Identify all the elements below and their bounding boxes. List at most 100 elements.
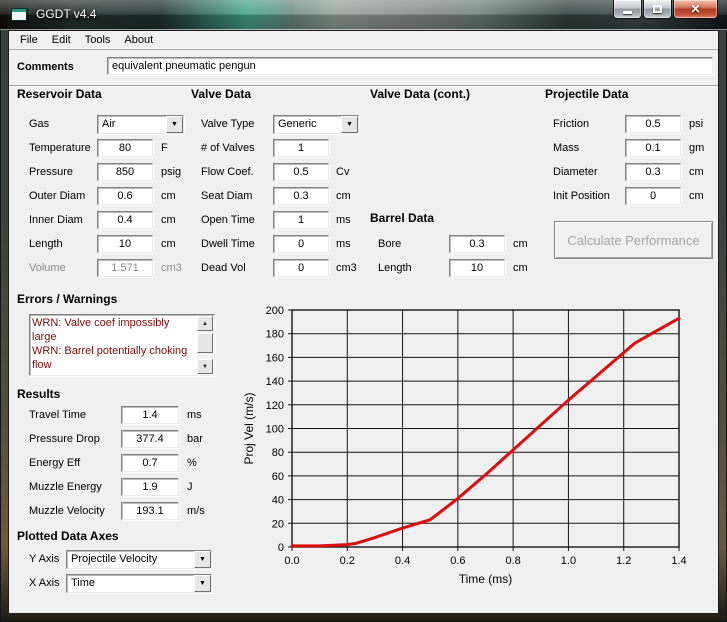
svg-text:0.4: 0.4 [395,555,410,567]
maximize-button[interactable] [643,0,672,19]
volume-field [97,259,153,277]
svg-text:140: 140 [266,376,284,388]
reservoir-length-label: Length [29,235,63,253]
close-icon: ✕ [690,3,700,15]
chevron-down-icon[interactable]: ▼ [166,116,183,133]
app-icon [11,8,27,21]
svg-text:120: 120 [266,400,284,412]
valve-data-header: Valve Data [191,87,251,101]
open-time-label: Open Time [201,211,255,229]
temperature-unit: F [161,139,168,157]
app-window: GGDT v4.4 ✕ File Edit Tools About Commen… [0,0,727,622]
main-content: Comments Reservoir Data Valve Data Valve… [9,50,718,613]
dead-vol-input[interactable] [273,259,329,277]
gas-label: Gas [29,115,49,133]
bore-input[interactable] [449,235,505,253]
inner-diam-unit: cm [161,211,176,229]
barrel-length-unit: cm [513,259,528,277]
svg-text:20: 20 [272,518,284,530]
valve-type-select[interactable]: Generic ▼ [273,115,359,134]
gas-select[interactable]: Air ▼ [97,115,184,134]
minimize-icon [623,11,632,14]
flow-coef-label: Flow Coef. [201,163,254,181]
svg-text:0.6: 0.6 [450,555,465,567]
pressure-label: Pressure [29,163,73,181]
maximize-icon [653,5,662,13]
svg-text:0.0: 0.0 [284,555,299,567]
init-position-unit: cm [689,187,704,205]
bore-label: Bore [378,235,401,253]
close-button[interactable]: ✕ [673,0,718,19]
valve-type-label: Valve Type [201,115,254,133]
outer-diam-input[interactable] [97,187,153,205]
valve-type-value: Generic [278,118,317,130]
seat-diam-label: Seat Diam [201,187,252,205]
svg-text:1.4: 1.4 [671,555,686,567]
comments-input[interactable] [107,57,713,75]
dwell-time-input[interactable] [273,235,329,253]
reservoir-length-input[interactable] [97,235,153,253]
menu-edit[interactable]: Edit [45,32,78,48]
open-time-input[interactable] [273,211,329,229]
temperature-label: Temperature [29,139,91,157]
svg-text:1.2: 1.2 [616,555,631,567]
diameter-label: Diameter [553,163,598,181]
mass-unit: gm [689,139,704,157]
menu-file[interactable]: File [13,32,45,48]
init-position-label: Init Position [553,187,610,205]
projectile-data-header: Projectile Data [545,87,628,101]
window-title: GGDT v4.4 [36,7,96,21]
barrel-length-input[interactable] [449,259,505,277]
menu-bar: File Edit Tools About [9,31,718,50]
flow-coef-unit: Cv [336,163,349,181]
friction-label: Friction [553,115,589,133]
calculate-performance-button[interactable]: Calculate Performance [554,221,713,259]
barrel-length-label: Length [378,259,412,277]
init-position-input[interactable] [625,187,681,205]
valve-cont-header: Valve Data (cont.) [370,87,470,101]
svg-text:200: 200 [266,305,284,317]
pressure-unit: psig [161,163,181,181]
svg-text:100: 100 [266,424,284,436]
dead-vol-unit: cm3 [336,259,357,277]
friction-input[interactable] [625,115,681,133]
pressure-input[interactable] [97,163,153,181]
svg-text:Proj Vel (m/s): Proj Vel (m/s) [242,392,256,464]
mass-label: Mass [553,139,579,157]
dead-vol-label: Dead Vol [201,259,246,277]
volume-unit: cm3 [161,259,182,277]
menu-about[interactable]: About [117,32,160,48]
svg-text:180: 180 [266,329,284,341]
num-valves-input[interactable] [273,139,329,157]
chevron-down-icon[interactable]: ▼ [341,116,358,133]
outer-diam-label: Outer Diam [29,187,85,205]
svg-text:60: 60 [272,471,284,483]
inner-diam-input[interactable] [97,211,153,229]
seat-diam-input[interactable] [273,187,329,205]
reservoir-length-unit: cm [161,235,176,253]
temperature-input[interactable] [97,139,153,157]
reservoir-data-header: Reservoir Data [17,87,102,101]
performance-chart: 0.00.20.40.60.81.01.21.40204060801001201… [9,290,720,615]
minimize-button[interactable] [613,0,642,19]
bore-unit: cm [513,235,528,253]
mass-input[interactable] [625,139,681,157]
title-bar[interactable]: GGDT v4.4 ✕ [0,0,727,30]
svg-text:40: 40 [272,495,284,507]
gas-value: Air [102,118,115,130]
svg-text:80: 80 [272,447,284,459]
diameter-input[interactable] [625,163,681,181]
flow-coef-input[interactable] [273,163,329,181]
comments-label: Comments [17,58,74,76]
svg-text:160: 160 [266,352,284,364]
client-area: File Edit Tools About Comments Reservoir… [8,30,719,614]
barrel-data-header: Barrel Data [370,211,434,225]
dwell-time-unit: ms [336,235,351,253]
inner-diam-label: Inner Diam [29,211,83,229]
outer-diam-unit: cm [161,187,176,205]
svg-text:0.8: 0.8 [505,555,520,567]
num-valves-label: # of Valves [201,139,255,157]
menu-tools[interactable]: Tools [78,32,118,48]
svg-text:0.2: 0.2 [340,555,355,567]
open-time-unit: ms [336,211,351,229]
